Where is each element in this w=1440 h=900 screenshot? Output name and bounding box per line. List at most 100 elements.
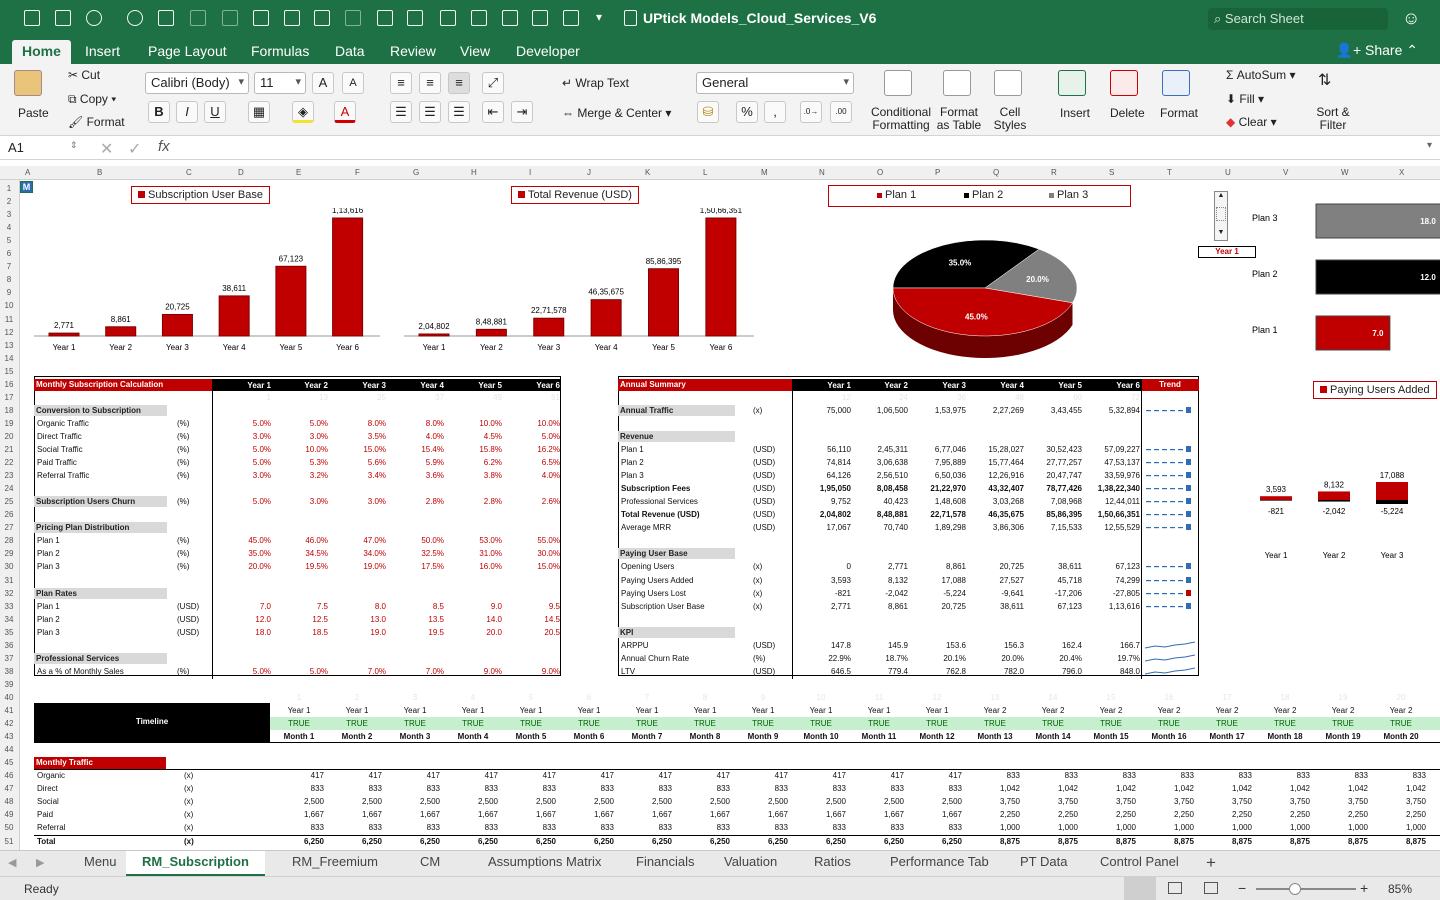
cell-styles-button[interactable]: Cell Styles [990,106,1030,132]
decrease-decimal-icon[interactable]: .00 [830,101,852,123]
add-sheet-icon[interactable]: + [1206,853,1216,873]
row-header[interactable]: 39 [0,680,18,689]
align-center-icon[interactable]: ☰ [419,101,441,123]
sidebar-icon[interactable] [24,10,40,26]
page-layout-view-icon[interactable] [1168,882,1182,894]
column-header[interactable]: V [1283,168,1288,177]
column-header[interactable]: J [587,168,591,177]
row-header[interactable]: 9 [0,288,18,297]
toolbar-icon-13[interactable] [563,10,579,26]
format-cells-button[interactable]: Format [1160,106,1198,120]
tab-page-layout[interactable]: Page Layout [148,43,227,59]
column-header[interactable]: G [413,168,419,177]
bold-button[interactable]: B [148,101,170,123]
row-header[interactable]: 24 [0,484,18,493]
format-painter-button[interactable]: 🖌 Format [68,115,125,129]
sheet-tab[interactable]: Assumptions Matrix [488,854,601,869]
delete-cells-button[interactable]: Delete [1110,106,1145,120]
sheet-tab[interactable]: Performance Tab [890,854,989,869]
increase-font-icon[interactable]: A [312,72,334,94]
confirm-icon[interactable]: ✓ [128,139,141,159]
tab-home[interactable]: Home [12,40,71,64]
increase-indent-icon[interactable]: ⇥ [511,101,533,123]
font-color-icon[interactable]: A [334,101,356,123]
save-icon[interactable] [55,10,71,26]
spinner-down-icon[interactable]: ▼ [1215,229,1227,236]
row-header[interactable]: 28 [0,536,18,545]
toolbar-icon-9[interactable] [440,10,456,26]
toolbar-icon-10[interactable] [471,10,487,26]
row-header[interactable]: 42 [0,719,18,728]
insert-cells-button[interactable]: Insert [1060,106,1090,120]
increase-decimal-icon[interactable]: .0→ [800,101,822,123]
column-header[interactable]: I [529,168,531,177]
row-header[interactable]: 47 [0,784,18,793]
toolbar-icon-6[interactable] [345,10,361,26]
font-size-select[interactable]: 11 [254,72,306,94]
row-header[interactable]: 16 [0,380,18,389]
row-header[interactable]: 5 [0,236,18,245]
row-header[interactable]: 17 [0,393,18,402]
year-selector-value[interactable]: Year 1 [1198,246,1256,258]
undo-icon[interactable] [86,10,102,26]
paste-icon[interactable] [14,70,42,96]
percent-button[interactable]: % [736,101,758,123]
align-middle-icon[interactable]: ≡ [419,72,441,94]
search-sheet-input[interactable]: ⌕ Search Sheet [1208,8,1388,30]
column-header[interactable]: E [296,168,301,177]
row-header[interactable]: 2 [0,197,18,206]
normal-view-icon[interactable] [1124,877,1156,900]
toolbar-icon-1[interactable] [190,10,206,26]
insert-cells-icon[interactable] [1058,70,1086,96]
decrease-font-icon[interactable]: A [342,72,364,94]
underline-button[interactable]: U [204,101,226,123]
sheet-tab[interactable]: Ratios [814,854,851,869]
column-header[interactable]: H [471,168,477,177]
zoom-slider[interactable] [1256,888,1356,890]
insert-function-button[interactable]: fx [158,138,170,155]
sheet-tab[interactable]: Financials [636,854,695,869]
align-bottom-icon[interactable]: ≡ [448,72,470,94]
column-header[interactable]: X [1399,168,1404,177]
spinner-up-icon[interactable]: ▲ [1215,192,1227,199]
column-header[interactable]: C [186,168,192,177]
paste-button[interactable]: Paste [18,106,49,120]
row-header[interactable]: 32 [0,589,18,598]
selected-cell-a1-icon[interactable]: M [20,181,33,193]
row-header[interactable]: 48 [0,797,18,806]
cut-button[interactable]: ✂ Cut [68,68,100,82]
align-left-icon[interactable]: ☰ [390,101,412,123]
row-header[interactable]: 35 [0,628,18,637]
row-header[interactable]: 46 [0,771,18,780]
row-header[interactable]: 18 [0,406,18,415]
toolbar-icon-8[interactable] [407,10,423,26]
borders-icon[interactable]: ▦ [248,101,270,123]
italic-button[interactable]: I [176,101,198,123]
row-header[interactable]: 20 [0,432,18,441]
conditional-formatting-button[interactable]: Conditional Formatting [870,106,932,132]
toolbar-icon-2[interactable] [222,10,238,26]
column-header[interactable]: M [761,168,768,177]
row-header[interactable]: 31 [0,576,18,585]
zoom-out-icon[interactable]: − [1238,880,1246,896]
row-header[interactable]: 13 [0,341,18,350]
toolbar-icon-12[interactable] [532,10,548,26]
decrease-indent-icon[interactable]: ⇤ [482,101,504,123]
cancel-icon[interactable]: ✕ [100,139,113,159]
column-header[interactable]: D [238,168,244,177]
sheet-tab[interactable]: Control Panel [1100,854,1179,869]
format-as-table-icon[interactable] [943,70,971,96]
row-header[interactable]: 34 [0,615,18,624]
row-header[interactable]: 4 [0,223,18,232]
toolbar-icon-3[interactable] [253,10,269,26]
autosum-button[interactable]: Σ AutoSum ▾ [1226,68,1295,82]
zoom-in-icon[interactable]: + [1360,880,1368,896]
sheet-tab[interactable]: CM [420,854,440,869]
conditional-formatting-icon[interactable] [884,70,912,96]
row-header[interactable]: 41 [0,706,18,715]
zoom-slider-thumb[interactable] [1289,883,1301,895]
column-header[interactable]: S [1109,168,1114,177]
row-header[interactable]: 38 [0,667,18,676]
row-header[interactable]: 50 [0,823,18,832]
row-header[interactable]: 19 [0,419,18,428]
